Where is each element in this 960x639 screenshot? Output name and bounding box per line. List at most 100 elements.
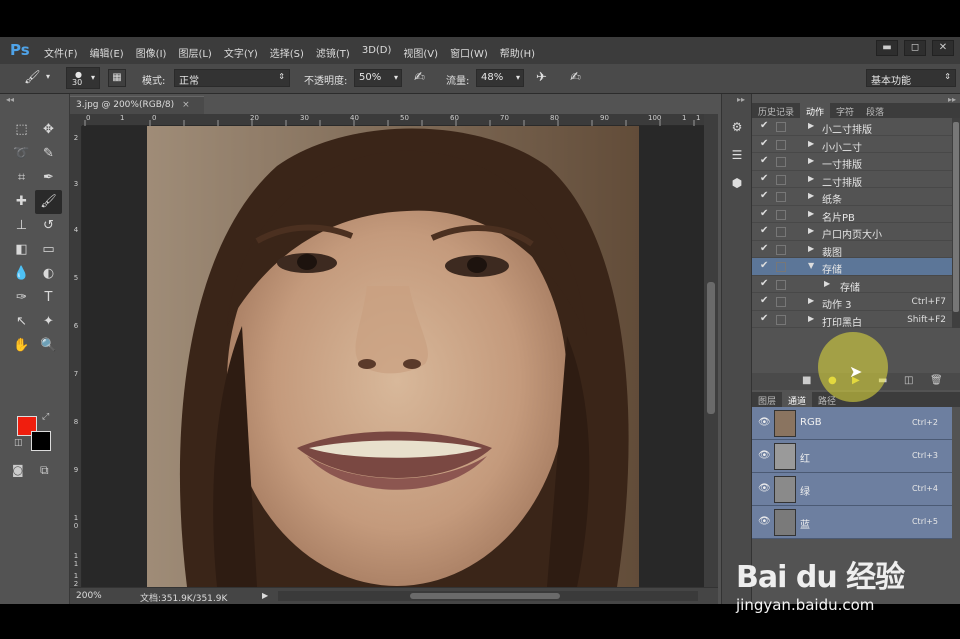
menu-layer[interactable]: 图层(L) — [178, 45, 211, 60]
menu-image[interactable]: 图像(I) — [136, 45, 167, 60]
menu-window[interactable]: 窗口(W) — [450, 45, 488, 60]
expand-arrow-icon[interactable]: ▶ — [824, 279, 830, 288]
check-icon[interactable]: ✔ — [760, 313, 768, 324]
zoom-level[interactable]: 200% — [76, 591, 102, 601]
type-tool-icon[interactable]: T — [35, 286, 62, 310]
expand-arrow-icon[interactable]: ▶ — [808, 156, 814, 165]
dialog-toggle[interactable] — [776, 174, 786, 185]
dodge-tool-icon[interactable]: ◐ — [35, 262, 62, 286]
menu-file[interactable]: 文件(F) — [44, 45, 78, 60]
dialog-toggle[interactable] — [776, 227, 786, 237]
menu-select[interactable]: 选择(S) — [270, 45, 304, 60]
list-item-selected[interactable]: ✔ ▼ 存储 — [752, 258, 952, 276]
pressure-opacity-icon[interactable]: ✍ — [414, 70, 425, 85]
tab-character[interactable]: 字符 — [830, 103, 860, 118]
menu-type[interactable]: 文字(Y) — [224, 45, 258, 60]
quick-mask-icon[interactable]: ◙ — [12, 463, 24, 477]
dialog-toggle[interactable] — [776, 314, 786, 325]
eye-icon[interactable]: 👁 — [758, 450, 771, 461]
crop-tool-icon[interactable]: ⌗ — [8, 166, 35, 190]
3d-cube-icon[interactable]: ⬢ — [728, 174, 746, 192]
dialog-toggle[interactable] — [776, 157, 786, 167]
brush-panel-toggle-icon[interactable]: ▦ — [108, 69, 126, 87]
expand-arrow-icon[interactable]: ▶ — [808, 174, 814, 183]
channel-row[interactable]: 👁 RGB Ctrl+2 — [752, 407, 952, 440]
workspace-select[interactable]: 基本功能 ⇕ — [866, 69, 956, 87]
status-menu-arrow-icon[interactable]: ▶ — [262, 591, 268, 600]
list-item[interactable]: ✔ ▶ 存储 — [752, 276, 952, 294]
check-icon[interactable]: ✔ — [760, 190, 768, 201]
expand-arrow-icon[interactable]: ▶ — [808, 121, 814, 130]
screen-mode-icon[interactable]: ⧉ — [40, 463, 49, 478]
vertical-scrollbar[interactable] — [704, 114, 718, 587]
tab-actions[interactable]: 动作 — [800, 103, 831, 118]
blur-tool-icon[interactable]: 💧 — [8, 262, 35, 286]
actions-scroll-thumb[interactable] — [953, 122, 959, 312]
brush-size-picker[interactable]: ● 30 ▾ — [66, 67, 100, 89]
menu-filter[interactable]: 滤镜(T) — [316, 45, 350, 60]
menu-view[interactable]: 视图(V) — [403, 45, 438, 60]
expand-arrow-icon[interactable]: ▶ — [808, 209, 814, 218]
list-item[interactable]: ✔ ▶ 纸条 — [752, 188, 952, 206]
check-icon[interactable]: ✔ — [760, 225, 768, 236]
tool-preset-dropdown-icon[interactable]: ▾ — [46, 72, 50, 81]
list-item[interactable]: ✔ ▶ 打印黑白 Shift+F2 — [752, 311, 952, 329]
canvas-area[interactable] — [82, 126, 704, 587]
pen-tool-icon[interactable]: ✑ — [8, 286, 35, 310]
maximize-button[interactable]: ◻ — [904, 40, 926, 56]
path-select-tool-icon[interactable]: ↖ — [8, 310, 35, 334]
horizontal-ruler[interactable]: 0 1 0 20 30 40 50 60 70 80 90 100 1 1 — [82, 114, 704, 126]
check-icon[interactable]: ✔ — [760, 120, 768, 131]
dialog-toggle[interactable] — [776, 279, 786, 290]
gradient-tool-icon[interactable]: ▭ — [35, 238, 62, 262]
minimize-button[interactable]: ▬ — [876, 40, 898, 56]
pressure-size-icon[interactable]: ✍ — [570, 70, 581, 85]
list-item[interactable]: ✔ ▶ 裁图 — [752, 241, 952, 259]
shape-tool-icon[interactable]: ✦ — [35, 310, 62, 334]
expand-arrow-icon[interactable]: ▶ — [808, 226, 814, 235]
expand-arrow-icon[interactable]: ▶ — [808, 244, 814, 253]
mode-select[interactable]: 正常 ⇕ — [174, 69, 290, 87]
dialog-toggle[interactable] — [776, 297, 786, 307]
hand-tool-icon[interactable]: ✋ — [8, 334, 35, 358]
tab-paragraph[interactable]: 段落 — [860, 103, 890, 118]
eyedropper-tool-icon[interactable]: ✒ — [35, 166, 62, 190]
vertical-scroll-thumb[interactable] — [707, 282, 715, 414]
adjustments-icon[interactable]: ☰ — [728, 146, 746, 164]
close-tab-icon[interactable]: × — [182, 100, 190, 110]
list-item[interactable]: ✔ ▶ 二寸排版 — [752, 171, 952, 189]
list-item[interactable]: ✔ ▶ 户口内页大小 — [752, 223, 952, 241]
list-item[interactable]: ✔ ▶ 动作 3 Ctrl+F7 — [752, 293, 952, 311]
close-button[interactable]: ✕ — [932, 40, 954, 56]
check-icon[interactable]: ✔ — [760, 243, 768, 254]
background-color-swatch[interactable] — [31, 431, 51, 451]
menu-help[interactable]: 帮助(H) — [500, 45, 535, 60]
dialog-toggle[interactable] — [776, 192, 786, 202]
new-action-icon[interactable]: ◫ — [904, 375, 913, 386]
quick-select-tool-icon[interactable]: ✎ — [35, 142, 62, 166]
expand-arrow-icon[interactable]: ▶ — [808, 314, 814, 323]
eye-icon[interactable]: 👁 — [758, 417, 771, 428]
move-tool-icon[interactable]: ✥ — [35, 118, 62, 142]
menu-3d[interactable]: 3D(D) — [362, 45, 392, 60]
portrait-photo[interactable] — [147, 126, 639, 587]
eye-icon[interactable]: 👁 — [758, 516, 771, 527]
brush-tool-icon[interactable]: 🖌 — [24, 70, 41, 85]
default-colors-icon[interactable]: ◫ — [14, 438, 23, 448]
opacity-field[interactable]: 50% ▾ — [354, 69, 402, 87]
dialog-toggle[interactable] — [776, 262, 786, 272]
ruler-origin[interactable] — [70, 114, 82, 126]
dialog-toggle[interactable] — [776, 139, 786, 150]
check-icon[interactable]: ✔ — [760, 260, 768, 271]
lasso-tool-icon[interactable]: ➰ — [8, 142, 35, 166]
horizontal-scrollbar[interactable] — [278, 591, 698, 601]
menu-edit[interactable]: 编辑(E) — [90, 45, 124, 60]
brush-tool-icon[interactable]: 🖌 — [35, 190, 62, 214]
check-icon[interactable]: ✔ — [760, 173, 768, 184]
expand-arrow-icon[interactable]: ▶ — [808, 191, 814, 200]
list-item[interactable]: ✔ ▶ 一寸排版 — [752, 153, 952, 171]
collapse-arrow-icon[interactable]: ▼ — [808, 261, 814, 270]
tab-history[interactable]: 历史记录 — [752, 103, 800, 118]
stop-icon[interactable]: ■ — [802, 375, 811, 386]
swap-colors-icon[interactable]: ⤢ — [42, 412, 49, 422]
